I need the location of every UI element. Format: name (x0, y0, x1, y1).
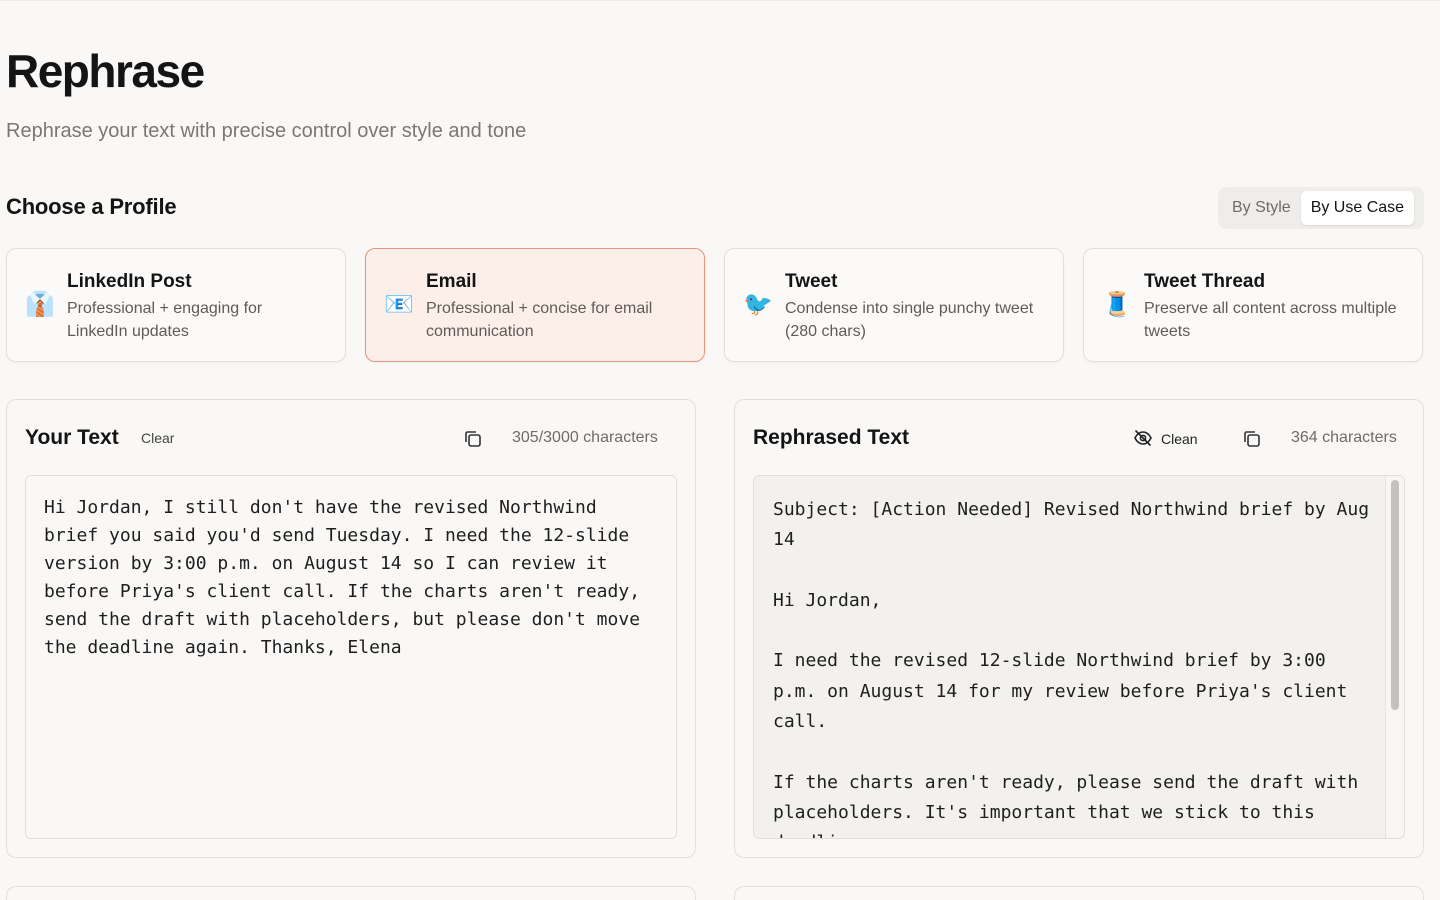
necktie-icon: 👔 (25, 290, 55, 318)
output-textbox[interactable]: Subject: [Action Needed] Revised Northwi… (753, 475, 1405, 839)
clean-toggle-button[interactable]: Clean (1133, 427, 1198, 451)
copy-icon[interactable] (1241, 428, 1263, 450)
copy-icon[interactable] (462, 428, 484, 450)
profile-view-toggle: By Style By Use Case (1218, 187, 1424, 229)
profile-card-description: Professional + engaging for LinkedIn upd… (67, 300, 263, 340)
toggle-by-style[interactable]: By Style (1222, 191, 1301, 225)
profile-section-title: Choose a Profile (6, 194, 177, 219)
output-panel-title: Rephrased Text (753, 426, 909, 449)
profile-card-description: Preserve all content across multiple twe… (1144, 300, 1397, 340)
rephrase-page: Rephrase Rephrase your text with precise… (0, 0, 1440, 900)
input-char-count: 305/3000 characters (512, 429, 658, 446)
bird-icon: 🐦 (743, 290, 773, 318)
clear-button[interactable]: Clear (141, 430, 174, 446)
page-subtitle: Rephrase your text with precise control … (6, 120, 527, 142)
profile-card-description: Professional + concise for email communi… (426, 300, 653, 340)
profile-card-title: LinkedIn Post (67, 271, 192, 292)
profile-card-title: Tweet (785, 271, 838, 292)
output-char-count: 364 characters (1291, 429, 1397, 446)
top-divider (0, 0, 1440, 1)
clean-label: Clean (1161, 431, 1198, 447)
output-text: Subject: [Action Needed] Revised Northwi… (773, 499, 1370, 838)
bottom-panel-right (734, 886, 1424, 900)
input-panel-title: Your Text (25, 426, 119, 449)
profile-card-tweet[interactable]: 🐦 Tweet Condense into single punchy twee… (724, 248, 1064, 362)
envelope-icon: 📧 (384, 290, 414, 318)
output-panel: Rephrased Text Clean 364 characters Subj… (734, 399, 1424, 858)
profile-card-email[interactable]: 📧 Email Professional + concise for email… (365, 248, 705, 362)
toggle-by-use-case[interactable]: By Use Case (1300, 191, 1415, 225)
input-panel: Your Text Clear 305/3000 characters Hi J… (6, 399, 696, 858)
page-title: Rephrase (6, 45, 205, 97)
profile-card-linkedin-post[interactable]: 👔 LinkedIn Post Professional + engaging … (6, 248, 346, 362)
profile-card-tweet-thread[interactable]: 🧵 Tweet Thread Preserve all content acro… (1083, 248, 1423, 362)
input-textarea[interactable]: Hi Jordan, I still don't have the revise… (25, 475, 677, 839)
scrollbar-thumb[interactable] (1391, 480, 1399, 710)
bottom-panel-left (6, 886, 696, 900)
profile-card-title: Email (426, 271, 477, 292)
thread-spool-icon: 🧵 (1102, 290, 1132, 318)
profile-card-title: Tweet Thread (1144, 271, 1266, 292)
profile-card-description: Condense into single punchy tweet (280 c… (785, 300, 1034, 340)
output-scrollbar[interactable] (1385, 476, 1404, 838)
eye-off-icon (1133, 428, 1153, 451)
